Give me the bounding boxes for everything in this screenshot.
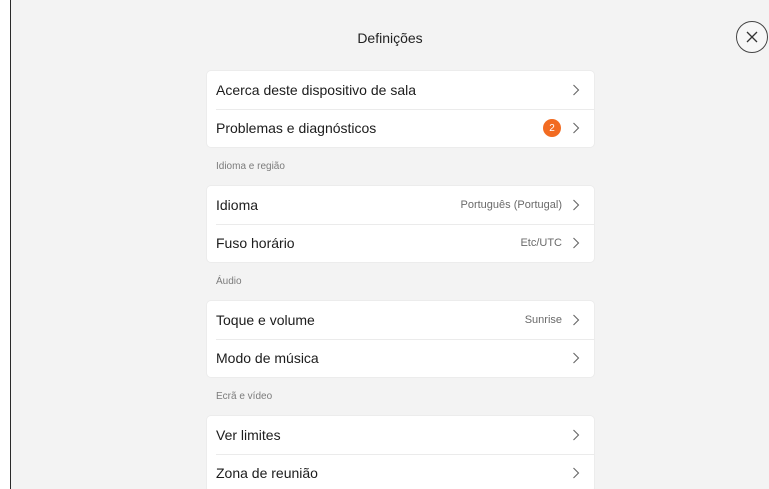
close-button[interactable] bbox=[736, 21, 768, 53]
settings-item-music-mode[interactable]: Modo de música bbox=[207, 339, 594, 377]
settings-item-timezone[interactable]: Fuso horário Etc/UTC bbox=[207, 224, 594, 262]
settings-item-value: Português (Portugal) bbox=[460, 199, 563, 211]
settings-card-screen-video: Ver limites Zona de reunião bbox=[207, 416, 594, 489]
settings-item-label: Idioma bbox=[216, 197, 259, 213]
chevron-right-icon bbox=[573, 84, 580, 96]
settings-card-audio: Toque e volume Sunrise Modo de música bbox=[207, 301, 594, 377]
chevron-right-icon bbox=[573, 199, 580, 211]
chevron-right-icon bbox=[573, 429, 580, 441]
section-header-language-region: Idioma e região bbox=[216, 161, 285, 172]
settings-item-value: Sunrise bbox=[524, 314, 562, 326]
section-header-audio: Áudio bbox=[216, 276, 242, 287]
settings-card-language-region: Idioma Português (Portugal) Fuso horário… bbox=[207, 186, 594, 262]
close-icon bbox=[746, 31, 758, 43]
settings-item-label: Acerca deste dispositivo de sala bbox=[216, 82, 416, 98]
chevron-right-icon bbox=[573, 314, 580, 326]
settings-item-label: Zona de reunião bbox=[216, 465, 318, 481]
settings-list: Acerca deste dispositivo de sala Problem… bbox=[207, 71, 594, 489]
settings-item-show-boundaries[interactable]: Ver limites bbox=[207, 416, 594, 454]
settings-item-label: Toque e volume bbox=[216, 312, 315, 328]
chevron-right-icon bbox=[573, 467, 580, 479]
section-header-screen-video: Ecrã e vídeo bbox=[216, 391, 273, 402]
settings-item-meeting-zone[interactable]: Zona de reunião bbox=[207, 454, 594, 489]
settings-item-issues-diagnostics[interactable]: Problemas e diagnósticos 2 bbox=[207, 109, 594, 147]
settings-item-language[interactable]: Idioma Português (Portugal) bbox=[207, 186, 594, 224]
settings-item-ringtone-volume[interactable]: Toque e volume Sunrise bbox=[207, 301, 594, 339]
settings-panel: Definições Acerca deste dispositivo de s… bbox=[10, 0, 769, 489]
settings-item-label: Modo de música bbox=[216, 350, 319, 366]
settings-item-label: Ver limites bbox=[216, 427, 281, 443]
settings-item-label: Problemas e diagnósticos bbox=[216, 120, 377, 136]
settings-card-general: Acerca deste dispositivo de sala Problem… bbox=[207, 71, 594, 147]
settings-item-value: Etc/UTC bbox=[520, 237, 562, 249]
settings-item-about-device[interactable]: Acerca deste dispositivo de sala bbox=[207, 71, 594, 109]
chevron-right-icon bbox=[573, 237, 580, 249]
settings-item-label: Fuso horário bbox=[216, 235, 295, 251]
notification-badge: 2 bbox=[543, 119, 561, 137]
chevron-right-icon bbox=[573, 122, 580, 134]
page-title: Definições bbox=[357, 30, 423, 46]
chevron-right-icon bbox=[573, 352, 580, 364]
